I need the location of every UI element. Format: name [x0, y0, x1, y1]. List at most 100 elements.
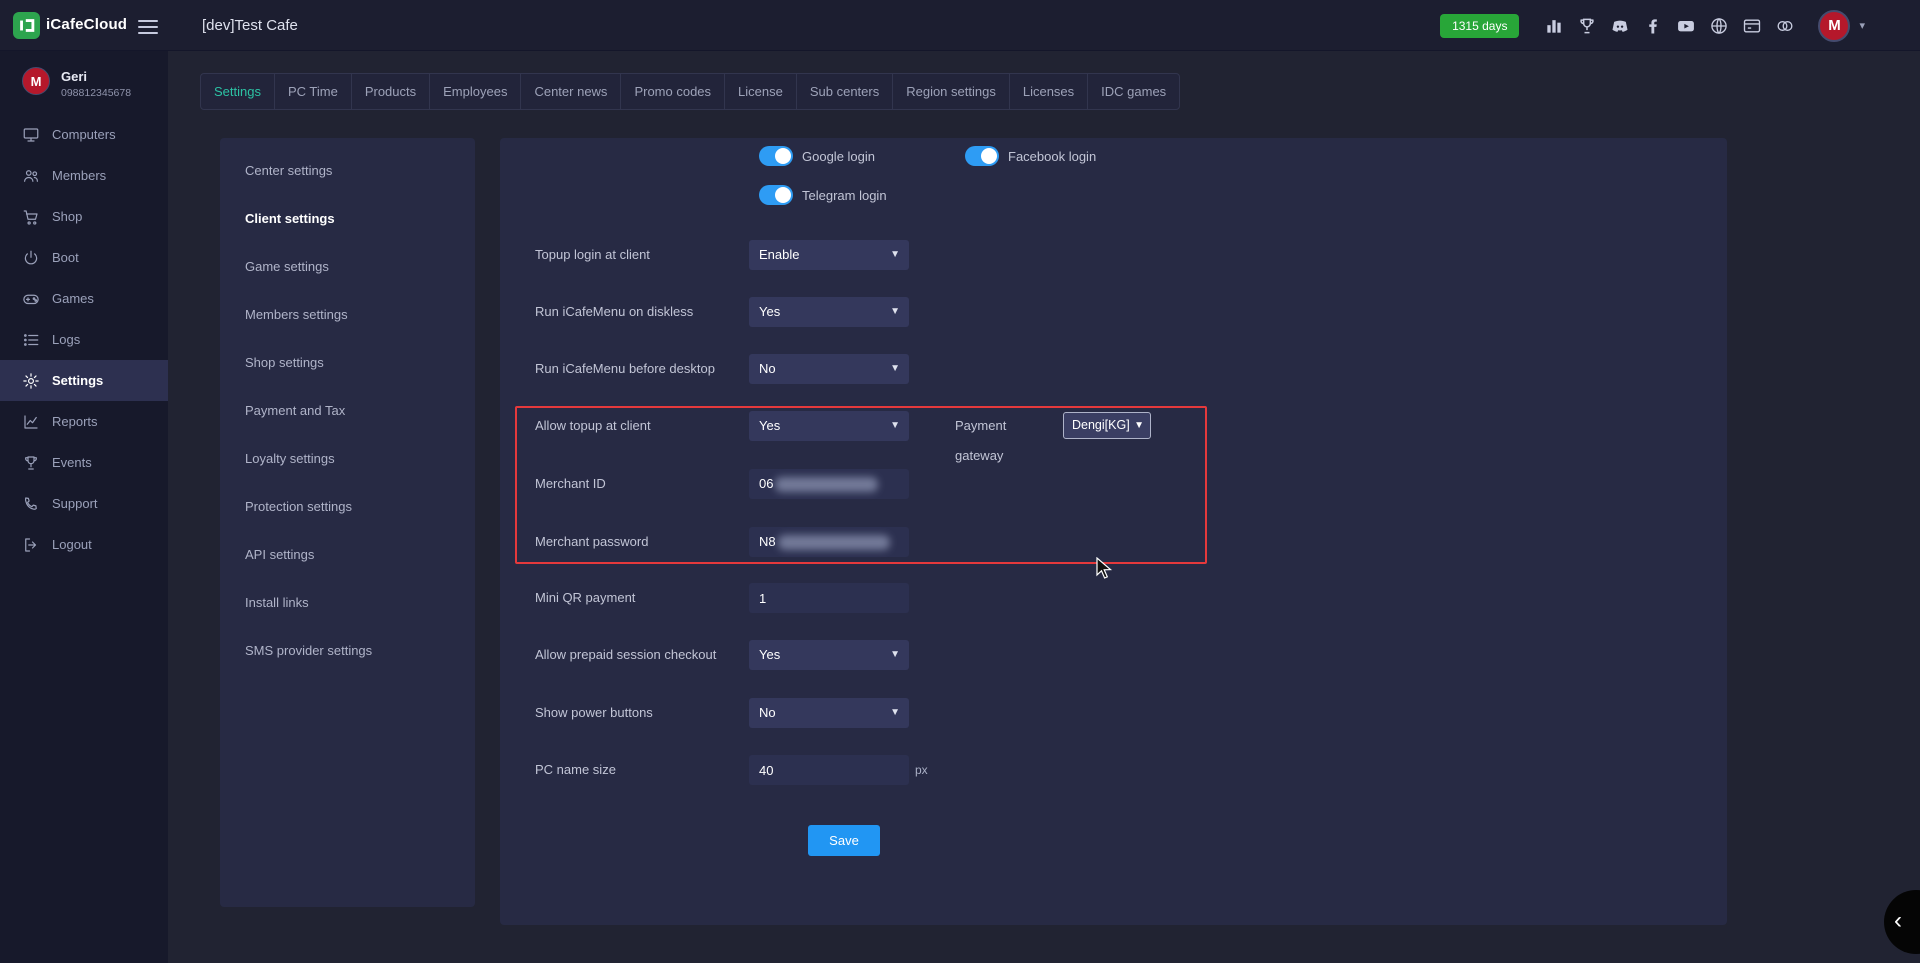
merchant-id-row: Merchant ID 06 [500, 469, 1727, 499]
google-login-toggle[interactable] [759, 146, 793, 166]
sidebar-item-logs[interactable]: Logs [0, 319, 168, 360]
icafemenu-diskless-label: Run iCafeMenu on diskless [535, 297, 747, 327]
allow-topup-value: Yes [759, 418, 780, 433]
trophy-icon[interactable] [1575, 14, 1599, 38]
pc-name-size-label: PC name size [535, 755, 747, 785]
sidebar-item-label: Members [52, 168, 106, 183]
merchant-id-input[interactable]: 06 [749, 469, 909, 499]
days-badge[interactable]: 1315 days [1440, 14, 1519, 38]
collapse-fab[interactable]: ‹ [1884, 890, 1920, 954]
allow-topup-select[interactable]: Yes ▼ [749, 411, 909, 441]
subnav-api-settings[interactable]: API settings [220, 531, 475, 579]
facebook-icon[interactable] [1641, 14, 1665, 38]
subnav-protection-settings[interactable]: Protection settings [220, 483, 475, 531]
monitor-icon [22, 126, 40, 144]
pc-name-size-input[interactable] [749, 755, 909, 785]
sidebar-profile: M Geri 098812345678 [0, 51, 168, 114]
sidebar-item-computers[interactable]: Computers [0, 114, 168, 155]
tab-sub-centers[interactable]: Sub centers [796, 73, 893, 110]
power-buttons-row: Show power buttons No ▼ [500, 698, 1727, 728]
facebook-login-item: Facebook login [965, 146, 1096, 166]
subnav-center-settings[interactable]: Center settings [220, 147, 475, 195]
topbar: iCafeCloud [dev]Test Cafe 1315 days M ▾ [0, 0, 1920, 51]
icafemenu-desktop-select[interactable]: No ▼ [749, 354, 909, 384]
sidebar-item-label: Logout [52, 537, 92, 552]
gear-icon [22, 372, 40, 390]
globe-icon[interactable] [1707, 14, 1731, 38]
sidebar-item-games[interactable]: Games [0, 278, 168, 319]
payment-gateway-select[interactable]: Dengi[KG] ▼ [1063, 412, 1151, 439]
telegram-login-toggle[interactable] [759, 185, 793, 205]
merchant-password-input[interactable]: N8 [749, 527, 909, 557]
users-icon [22, 167, 40, 185]
mini-qr-input[interactable] [749, 583, 909, 613]
chart-icon[interactable] [1542, 14, 1566, 38]
merchant-password-row: Merchant password N8 [500, 527, 1727, 557]
sidebar-item-boot[interactable]: Boot [0, 237, 168, 278]
list-icon [22, 331, 40, 349]
icafemenu-desktop-value: No [759, 361, 776, 376]
sidebar-item-label: Support [52, 496, 98, 511]
subnav-shop-settings[interactable]: Shop settings [220, 339, 475, 387]
topup-login-select[interactable]: Enable ▼ [749, 240, 909, 270]
tab-licenses[interactable]: Licenses [1009, 73, 1088, 110]
sidebar-item-label: Settings [52, 373, 103, 388]
icafemenu-desktop-row: Run iCafeMenu before desktop No ▼ [500, 354, 1727, 384]
youtube-icon[interactable] [1674, 14, 1698, 38]
topbar-right: 1315 days M ▾ [1440, 0, 1865, 51]
prepaid-checkout-select[interactable]: Yes ▼ [749, 640, 909, 670]
tab-license[interactable]: License [724, 73, 797, 110]
sidebar-item-logout[interactable]: Logout [0, 524, 168, 565]
chevron-down-icon: ▼ [890, 698, 900, 728]
gamepad-icon [22, 290, 40, 308]
login-toggles-row-2: Telegram login [500, 185, 1727, 215]
subnav-game-settings[interactable]: Game settings [220, 243, 475, 291]
partners-icon[interactable] [1773, 14, 1797, 38]
discord-icon[interactable] [1608, 14, 1632, 38]
tab-products[interactable]: Products [351, 73, 430, 110]
sidebar-item-label: Logs [52, 332, 80, 347]
subnav-install-links[interactable]: Install links [220, 579, 475, 627]
allow-topup-label: Allow topup at client [535, 411, 747, 441]
prepaid-checkout-value: Yes [759, 647, 780, 662]
save-button[interactable]: Save [808, 825, 880, 856]
tab-settings[interactable]: Settings [200, 73, 275, 110]
billing-icon[interactable] [1740, 14, 1764, 38]
subnav-loyalty-settings[interactable]: Loyalty settings [220, 435, 475, 483]
cafe-title: [dev]Test Cafe [202, 17, 298, 34]
tab-center-news[interactable]: Center news [520, 73, 621, 110]
subnav-sms-provider-settings[interactable]: SMS provider settings [220, 627, 475, 675]
merchant-password-label: Merchant password [535, 527, 747, 557]
sidebar-item-members[interactable]: Members [0, 155, 168, 196]
power-buttons-select[interactable]: No ▼ [749, 698, 909, 728]
facebook-login-toggle[interactable] [965, 146, 999, 166]
icafemenu-diskless-select[interactable]: Yes ▼ [749, 297, 909, 327]
google-login-label: Google login [802, 149, 875, 164]
icafemenu-desktop-label: Run iCafeMenu before desktop [535, 354, 747, 384]
subnav-members-settings[interactable]: Members settings [220, 291, 475, 339]
mini-qr-label: Mini QR payment [535, 583, 747, 613]
tab-region-settings[interactable]: Region settings [892, 73, 1010, 110]
settings-subnav: Center settings Client settings Game set… [220, 138, 475, 907]
prepaid-checkout-row: Allow prepaid session checkout Yes ▼ [500, 640, 1727, 670]
sidebar-item-support[interactable]: Support [0, 483, 168, 524]
hamburger-menu-icon[interactable] [138, 16, 158, 34]
sidebar-item-reports[interactable]: Reports [0, 401, 168, 442]
tab-pc-time[interactable]: PC Time [274, 73, 352, 110]
sidebar-item-shop[interactable]: Shop [0, 196, 168, 237]
sidebar: M Geri 098812345678 Computers Members Sh… [0, 51, 168, 963]
chevron-down-icon[interactable]: ▾ [1859, 19, 1865, 32]
tab-idc-games[interactable]: IDC games [1087, 73, 1180, 110]
sidebar-item-settings[interactable]: Settings [0, 360, 168, 401]
pc-name-size-row: PC name size px [500, 755, 1727, 785]
tab-employees[interactable]: Employees [429, 73, 521, 110]
user-avatar[interactable]: M [1818, 10, 1850, 42]
tab-promo-codes[interactable]: Promo codes [620, 73, 725, 110]
prepaid-checkout-label: Allow prepaid session checkout [535, 640, 747, 670]
subnav-client-settings[interactable]: Client settings [220, 195, 475, 243]
subnav-payment-and-tax[interactable]: Payment and Tax [220, 387, 475, 435]
chevron-left-icon: ‹ [1894, 907, 1902, 935]
sidebar-item-label: Reports [52, 414, 98, 429]
blurred-text [778, 535, 890, 550]
sidebar-item-events[interactable]: Events [0, 442, 168, 483]
